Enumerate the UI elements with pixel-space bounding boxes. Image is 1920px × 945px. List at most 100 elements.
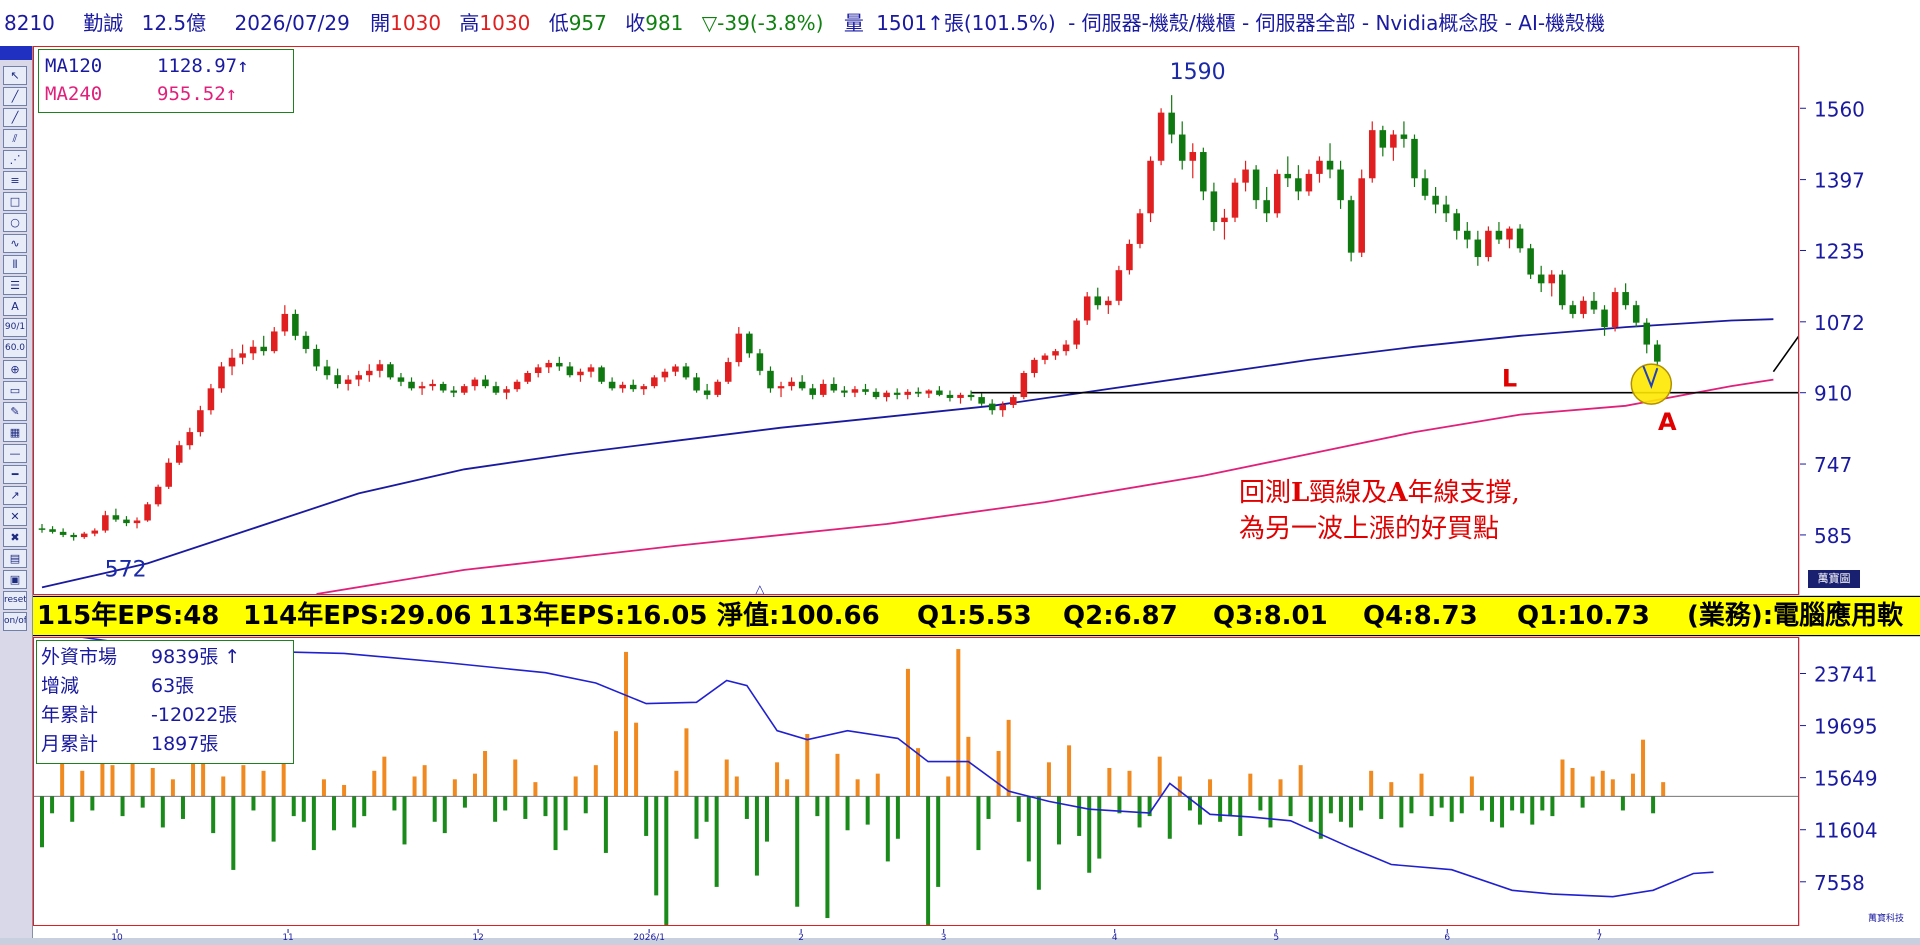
net-change-bar	[956, 649, 961, 797]
net-change-bar	[603, 796, 608, 853]
candle-body	[1284, 173, 1292, 179]
net-change-bar	[1500, 796, 1505, 828]
net-change-bar	[110, 765, 115, 797]
foreign-investor-panel[interactable]: 外資市場 9839張 ↑ 增減 63張 年累計 -12022張 月累計 1897張	[33, 637, 1799, 926]
net-change-bar	[865, 796, 870, 825]
net-change-bar	[372, 770, 377, 797]
net-change-bar	[1399, 796, 1404, 828]
arrow-icon[interactable]: ↗	[3, 486, 27, 505]
net-change-bar	[764, 796, 769, 842]
thick-line-icon[interactable]: ━	[3, 465, 27, 484]
fan-icon[interactable]: ⋰	[3, 150, 27, 169]
candle-body	[672, 366, 679, 372]
net-change-bar	[654, 796, 659, 896]
foreign-change-label: 增減	[41, 675, 80, 697]
candle-body	[186, 432, 194, 446]
candle-body	[70, 534, 77, 538]
candle-body	[1326, 160, 1334, 170]
toolbar-header	[0, 46, 32, 60]
date-tick-label: 11	[282, 933, 293, 941]
eps-q3: Q3:8.01	[1213, 601, 1328, 631]
net-change-bar	[1520, 796, 1525, 814]
candle-body	[1453, 213, 1460, 231]
net-change-bar	[1459, 796, 1464, 814]
net-change-bar	[885, 796, 890, 862]
net-change-bar	[493, 796, 498, 822]
net-change-bar	[533, 782, 538, 797]
net-change-bar	[1288, 796, 1293, 817]
screen-icon[interactable]: ▭	[3, 381, 27, 400]
candle-body	[133, 520, 141, 524]
candle-body	[102, 515, 109, 531]
net-change-bar	[342, 784, 347, 797]
candle-body	[1590, 300, 1598, 310]
save-icon[interactable]: ▣	[3, 570, 27, 589]
grid-icon[interactable]: ☰	[3, 276, 27, 295]
color-icon[interactable]: ▦	[3, 423, 27, 442]
ray-icon[interactable]: ╱	[3, 108, 27, 127]
net-change-bar	[1208, 779, 1213, 797]
candle-body	[1485, 230, 1492, 258]
line-style-icon[interactable]: —	[3, 444, 27, 463]
candle-body	[841, 390, 848, 393]
net-change-bar	[1298, 765, 1303, 797]
reset-icon[interactable]: reset	[3, 591, 27, 610]
net-change-bar	[1338, 796, 1343, 822]
candle-body	[418, 386, 426, 389]
ellipse-icon[interactable]: ○	[3, 213, 27, 232]
candle-body	[1052, 351, 1059, 356]
candle-body	[1242, 169, 1249, 183]
rectangle-icon[interactable]: □	[3, 192, 27, 211]
net-change-bar	[1661, 782, 1666, 797]
candle-body	[1632, 305, 1640, 323]
eps-114: 114年EPS:29.06	[243, 601, 472, 631]
net-change-bar	[734, 776, 739, 797]
channel-icon[interactable]: ≡	[3, 171, 27, 190]
candle-body	[1569, 305, 1577, 314]
wave-icon[interactable]: ∿	[3, 234, 27, 253]
delete-all-icon[interactable]: ✖	[3, 528, 27, 547]
foreign-investor-chart[interactable]	[34, 638, 1798, 925]
ma120-label: MA120	[45, 55, 103, 77]
candle-body	[471, 379, 479, 387]
candle-body	[1126, 243, 1133, 271]
net-change-bar	[160, 796, 165, 828]
candle-body	[967, 394, 975, 398]
fibonacci-icon[interactable]: ⦀	[3, 255, 27, 274]
pencil-icon[interactable]: ✎	[3, 402, 27, 421]
price-chart-panel[interactable]: 1590 572 L A △ MA120 1128.97↑ MA240 955.52↑ 回測…	[33, 46, 1799, 595]
net-change-bar	[563, 796, 568, 831]
zoom-icon[interactable]: ⊕	[3, 360, 27, 379]
candle-body	[703, 390, 711, 395]
net-change-bar	[301, 796, 306, 822]
candle-body	[1263, 200, 1270, 214]
period-icon[interactable]: 60.0	[3, 339, 27, 358]
ratio-icon[interactable]: 90/1	[3, 318, 27, 337]
line-icon[interactable]: ╱	[3, 87, 27, 106]
candle-body	[904, 391, 911, 395]
net-change-bar	[402, 796, 407, 845]
candle-body	[207, 388, 215, 411]
candle-body	[1295, 178, 1302, 192]
parallel-icon[interactable]: ⫽	[3, 129, 27, 148]
on-off-icon[interactable]: on/off	[3, 612, 27, 631]
market-cap: 12.5億	[141, 11, 207, 35]
net-change-bar	[1107, 767, 1112, 797]
price-tick-label: 910	[1814, 382, 1852, 406]
candle-body	[323, 366, 331, 376]
layout-icon[interactable]: ▤	[3, 549, 27, 568]
price-tick-label: 1397	[1814, 169, 1865, 193]
eps-q4: Q4:8.73	[1363, 601, 1478, 631]
candle-body	[936, 390, 943, 395]
candle-body	[397, 377, 405, 382]
cursor-icon[interactable]: ↖	[3, 66, 27, 85]
delete-icon[interactable]: ✕	[3, 507, 27, 526]
net-change-bar	[1570, 767, 1575, 797]
net-change-bar	[1097, 796, 1102, 859]
candle-body	[355, 375, 363, 380]
candle-body	[292, 313, 299, 336]
candle-body	[408, 381, 415, 389]
net-change-bar	[1530, 796, 1535, 825]
text-icon[interactable]: A	[3, 297, 27, 316]
quote-header: 8210 勤誠 12.5億 2026/07/29 開1030 高1030 低95…	[0, 0, 1920, 46]
